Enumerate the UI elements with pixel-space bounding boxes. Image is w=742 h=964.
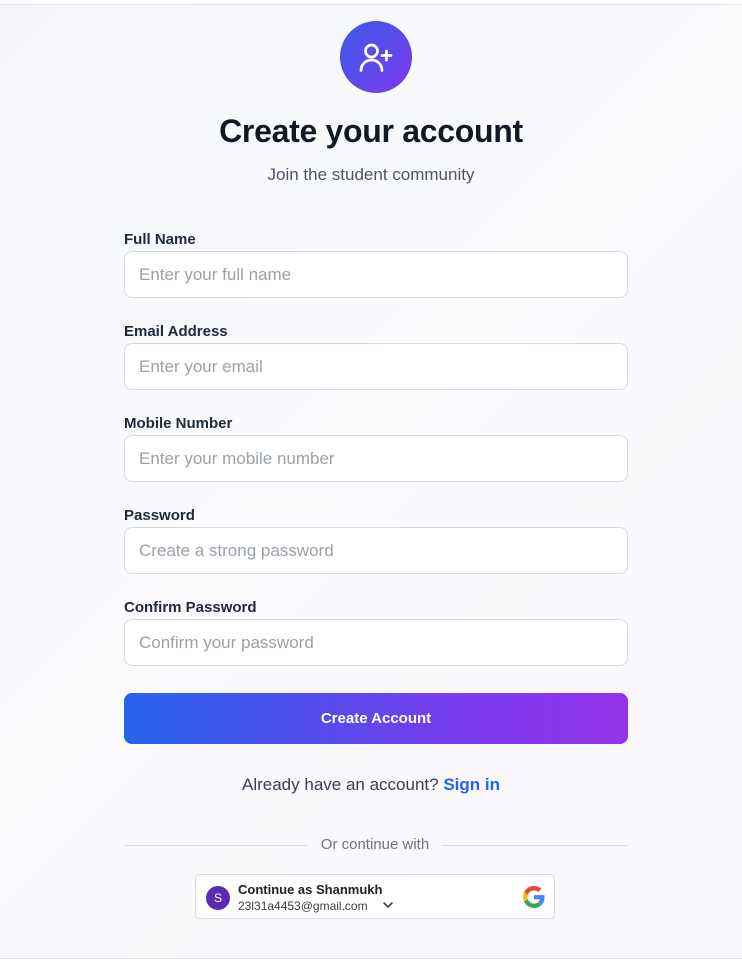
divider-line-left bbox=[124, 845, 308, 846]
full-name-input[interactable] bbox=[124, 251, 628, 298]
google-continue-button[interactable]: S Continue as Shanmukh 23l31a4453@gmail.… bbox=[195, 874, 555, 919]
divider-text: Or continue with bbox=[320, 836, 430, 853]
confirm-password-input[interactable] bbox=[124, 619, 628, 666]
page-title: Create your account bbox=[219, 113, 523, 149]
email-input[interactable] bbox=[124, 343, 628, 390]
mobile-label: Mobile Number bbox=[124, 415, 233, 432]
google-account-email: 23l31a4453@gmail.com bbox=[238, 899, 368, 913]
signin-row: Already have an account? Sign in bbox=[0, 775, 742, 795]
google-logo-icon bbox=[523, 886, 545, 908]
signin-prompt: Already have an account? bbox=[242, 775, 439, 794]
page-subtitle: Join the student community bbox=[267, 165, 475, 184]
confirm-password-label: Confirm Password bbox=[124, 599, 257, 616]
divider-line-right bbox=[442, 845, 628, 846]
password-label: Password bbox=[124, 507, 195, 524]
signup-card: Create your account Join the student com… bbox=[0, 4, 742, 959]
signin-link[interactable]: Sign in bbox=[443, 775, 500, 794]
mobile-input[interactable] bbox=[124, 435, 628, 482]
google-account-avatar: S bbox=[206, 886, 230, 910]
user-plus-icon bbox=[359, 43, 393, 72]
password-input[interactable] bbox=[124, 527, 628, 574]
email-label: Email Address bbox=[124, 323, 228, 340]
create-account-button[interactable]: Create Account bbox=[124, 693, 628, 744]
google-account-title: Continue as Shanmukh bbox=[238, 882, 383, 897]
full-name-label: Full Name bbox=[124, 231, 196, 248]
chevron-down-icon bbox=[383, 902, 393, 908]
header-avatar bbox=[340, 21, 412, 93]
